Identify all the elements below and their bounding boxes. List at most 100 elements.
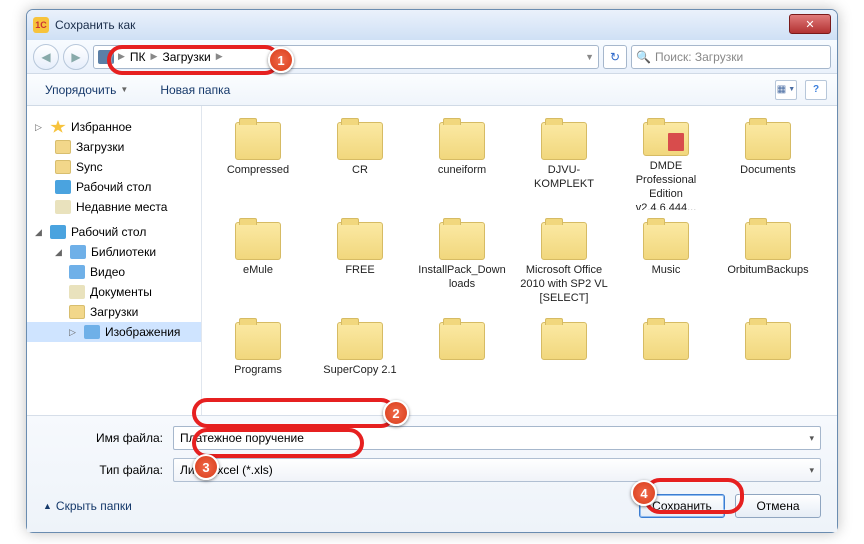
sidebar-item-downloads[interactable]: Загрузки bbox=[27, 137, 201, 157]
chevron-down-icon[interactable]: ▾ bbox=[809, 465, 814, 476]
folder-icon bbox=[439, 122, 485, 160]
toolbar: Упорядочить▼ Новая папка ▦▼ ? bbox=[27, 74, 837, 106]
filename-label: Имя файла: bbox=[43, 431, 173, 445]
folder-item[interactable]: Programs bbox=[210, 318, 306, 414]
view-button[interactable]: ▦▼ bbox=[775, 80, 797, 100]
search-icon: 🔍 bbox=[636, 50, 651, 64]
folder-item[interactable]: InstallPack_Downloads bbox=[414, 218, 510, 314]
folder-item[interactable]: CR bbox=[312, 118, 408, 214]
folder-item[interactable]: Compressed bbox=[210, 118, 306, 214]
chevron-down-icon: ▼ bbox=[120, 85, 128, 94]
images-icon bbox=[84, 325, 100, 339]
folder-item[interactable]: Music bbox=[618, 218, 714, 314]
chevron-down-icon[interactable]: ▼ bbox=[585, 52, 594, 62]
pc-icon bbox=[98, 50, 114, 64]
sidebar-desktop-group[interactable]: ◢Рабочий стол bbox=[27, 217, 201, 242]
folder-icon bbox=[643, 222, 689, 260]
folder-icon bbox=[439, 222, 485, 260]
sidebar-item-images[interactable]: ▷Изображения bbox=[27, 322, 201, 342]
desktop-icon bbox=[55, 180, 71, 194]
folder-item[interactable]: OrbitumBackups bbox=[720, 218, 816, 314]
hide-folders-button[interactable]: ▲ Скрыть папки bbox=[43, 499, 132, 513]
folder-label: cuneiform bbox=[438, 164, 486, 178]
refresh-button[interactable]: ↻ bbox=[603, 45, 627, 69]
folder-item[interactable]: SuperCopy 2.1 bbox=[312, 318, 408, 414]
back-button[interactable]: ◀ bbox=[33, 44, 59, 70]
folder-icon bbox=[235, 322, 281, 360]
folder-icon bbox=[541, 222, 587, 260]
close-button[interactable]: ✕ bbox=[789, 14, 831, 34]
folder-label: DMDE Professional Edition v2.4.6.444... bbox=[622, 160, 710, 210]
filename-input[interactable]: Платежное поручение ▾ bbox=[173, 426, 821, 450]
documents-icon bbox=[69, 285, 85, 299]
sidebar: ▷Избранное Загрузки Sync Рабочий стол Не… bbox=[27, 106, 202, 415]
folder-item[interactable]: cuneiform bbox=[414, 118, 510, 214]
save-button[interactable]: Сохранить bbox=[639, 494, 725, 518]
folder-icon bbox=[439, 322, 485, 360]
folder-icon bbox=[745, 122, 791, 160]
sidebar-item-sync[interactable]: Sync bbox=[27, 157, 201, 177]
forward-button[interactable]: ▶ bbox=[63, 44, 89, 70]
folder-label: Music bbox=[652, 264, 681, 278]
chevron-right-icon: ▶ bbox=[151, 51, 158, 62]
desktop-icon bbox=[50, 225, 66, 239]
breadcrumb[interactable]: ▶ ПК ▶ Загрузки ▶ ▼ bbox=[93, 45, 599, 69]
cancel-button[interactable]: Отмена bbox=[735, 494, 821, 518]
breadcrumb-downloads[interactable]: Загрузки bbox=[157, 50, 215, 64]
folder-label: OrbitumBackups bbox=[727, 264, 808, 278]
breadcrumb-pc[interactable]: ПК bbox=[125, 50, 151, 64]
sidebar-item-recent[interactable]: Недавние места bbox=[27, 197, 201, 217]
folder-item[interactable]: eMule bbox=[210, 218, 306, 314]
filetype-dropdown[interactable]: Лист Excel (*.xls) ▾ bbox=[173, 458, 821, 482]
folder-item[interactable] bbox=[618, 318, 714, 414]
folder-icon bbox=[55, 140, 71, 154]
folder-label: FREE bbox=[345, 264, 374, 278]
dialog-body: ▷Избранное Загрузки Sync Рабочий стол Не… bbox=[27, 106, 837, 415]
sidebar-item-video[interactable]: Видео bbox=[27, 262, 201, 282]
help-button[interactable]: ? bbox=[805, 80, 827, 100]
sidebar-item-desktop[interactable]: Рабочий стол bbox=[27, 177, 201, 197]
folder-icon bbox=[337, 222, 383, 260]
video-icon bbox=[69, 265, 85, 279]
folder-label: Documents bbox=[740, 164, 796, 178]
folder-item[interactable] bbox=[414, 318, 510, 414]
folder-icon bbox=[235, 122, 281, 160]
folder-item[interactable]: Microsoft Office 2010 with SP2 VL [SELEC… bbox=[516, 218, 612, 314]
folder-icon bbox=[337, 122, 383, 160]
folder-icon bbox=[235, 222, 281, 260]
folder-icon bbox=[337, 322, 383, 360]
recent-icon bbox=[55, 200, 71, 214]
nav-bar: ◀ ▶ ▶ ПК ▶ Загрузки ▶ ▼ ↻ 🔍 Поиск: Загру… bbox=[27, 40, 837, 74]
sidebar-favorites[interactable]: ▷Избранное bbox=[27, 112, 201, 137]
folder-icon bbox=[643, 122, 689, 156]
sidebar-libraries[interactable]: ◢Библиотеки bbox=[27, 242, 201, 262]
folder-item[interactable] bbox=[516, 318, 612, 414]
folder-icon bbox=[745, 322, 791, 360]
file-list: Compressed CR cuneiform DJVU-KOMPLEKT DMDE P… bbox=[202, 106, 837, 415]
window-title: Сохранить как bbox=[55, 18, 135, 32]
folder-icon bbox=[643, 322, 689, 360]
folder-item[interactable]: DMDE Professional Edition v2.4.6.444... bbox=[618, 118, 714, 214]
chevron-right-icon: ▶ bbox=[118, 51, 125, 62]
folder-label: Programs bbox=[234, 364, 282, 378]
folder-label: InstallPack_Downloads bbox=[418, 264, 506, 292]
folder-item[interactable]: Documents bbox=[720, 118, 816, 214]
folder-icon bbox=[541, 322, 587, 360]
star-icon bbox=[50, 120, 66, 134]
organize-button[interactable]: Упорядочить▼ bbox=[37, 79, 136, 101]
sidebar-item-documents[interactable]: Документы bbox=[27, 282, 201, 302]
new-folder-button[interactable]: Новая папка bbox=[152, 79, 238, 101]
folder-item[interactable]: DJVU-KOMPLEKT bbox=[516, 118, 612, 214]
folder-item[interactable]: FREE bbox=[312, 218, 408, 314]
search-placeholder: Поиск: Загрузки bbox=[655, 50, 743, 64]
folder-label: DJVU-KOMPLEKT bbox=[520, 164, 608, 192]
sidebar-item-downloads2[interactable]: Загрузки bbox=[27, 302, 201, 322]
folder-icon bbox=[541, 122, 587, 160]
folder-label: eMule bbox=[243, 264, 273, 278]
folder-item[interactable] bbox=[720, 318, 816, 414]
titlebar: 1C Сохранить как ✕ bbox=[27, 10, 837, 40]
folder-label: CR bbox=[352, 164, 368, 178]
chevron-down-icon[interactable]: ▾ bbox=[809, 433, 814, 444]
search-input[interactable]: 🔍 Поиск: Загрузки bbox=[631, 45, 831, 69]
folder-icon bbox=[745, 222, 791, 260]
